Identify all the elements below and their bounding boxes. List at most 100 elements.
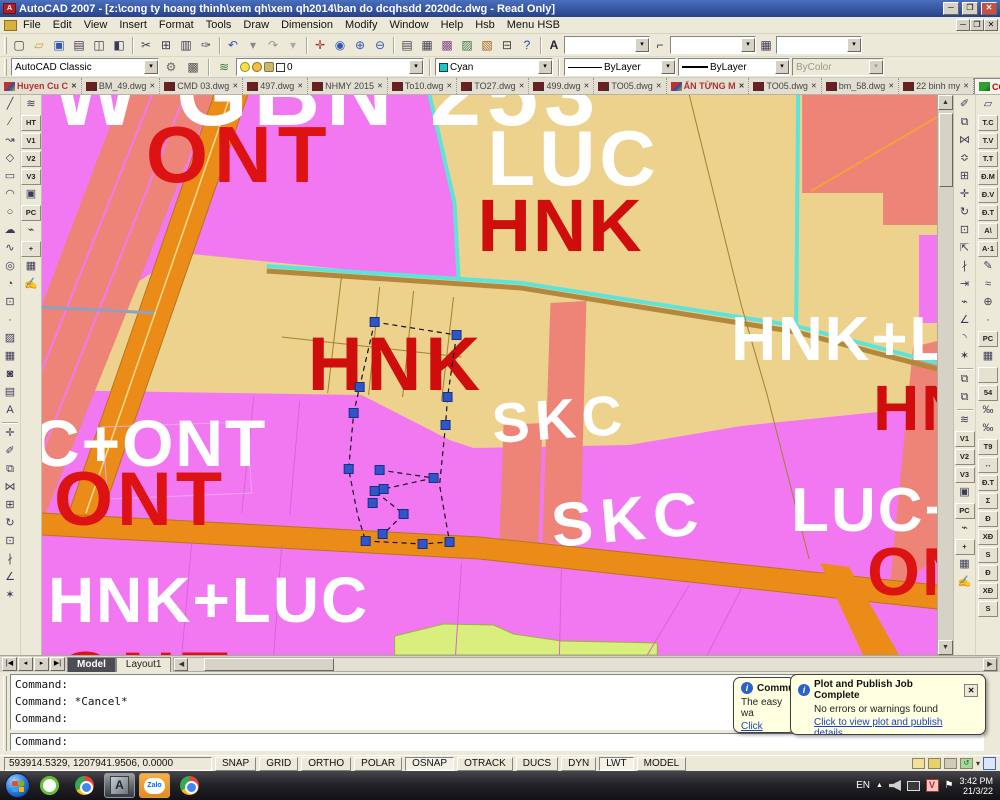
xd-button[interactable]: XĐ	[978, 529, 998, 545]
permille-icon[interactable]: ‰	[979, 402, 998, 420]
menu-help[interactable]: Help	[435, 18, 470, 32]
s2-button[interactable]: S	[978, 601, 998, 617]
polyline-icon[interactable]: ↝	[1, 132, 20, 150]
a1-button[interactable]: A·1	[978, 241, 998, 257]
toolbar-lock-icon[interactable]	[928, 758, 941, 769]
table-icon[interactable]: ▦	[955, 556, 974, 574]
tv-button[interactable]: T.V	[978, 133, 998, 149]
ellipse-arc-icon[interactable]: ◔	[1, 276, 20, 294]
doc-tab-to05-dwg[interactable]: TO05.dwg✕	[749, 78, 821, 94]
circle-icon[interactable]: ○	[1, 204, 20, 222]
taskbar-autocad[interactable]: A	[104, 773, 135, 798]
menu-format[interactable]: Format	[153, 18, 200, 32]
doc-tab-to27-dwg[interactable]: TO27.dwg✕	[457, 78, 529, 94]
text-style-icon[interactable]: A	[544, 36, 564, 55]
move-icon[interactable]: ✛	[1, 425, 20, 443]
notification-close-icon[interactable]: ✕	[964, 684, 978, 697]
last-tab-icon[interactable]: ▶|	[50, 657, 65, 671]
layer-color-swatch[interactable]	[276, 63, 285, 72]
revision-cloud-icon[interactable]: ☁	[1, 222, 20, 240]
doc-minimize-button[interactable]: ─	[956, 19, 970, 31]
v1-button[interactable]: V1	[955, 431, 975, 447]
grip-point[interactable]	[378, 530, 387, 539]
blank-button[interactable]	[978, 367, 998, 383]
trim-icon[interactable]: ∤	[1, 551, 20, 569]
copy-icon[interactable]: ⧉	[1, 461, 20, 479]
open-folder-icon[interactable]: ▱	[979, 96, 998, 114]
status-toggle-otrack[interactable]: OTRACK	[457, 757, 513, 771]
grip-point[interactable]	[349, 409, 358, 418]
v2-button[interactable]: V2	[21, 151, 41, 167]
ht-button[interactable]: HT	[21, 115, 41, 131]
minimize-button[interactable]: ─	[943, 2, 959, 15]
rotate-icon[interactable]: ↻	[1, 515, 20, 533]
tab-close-icon[interactable]: ✕	[963, 82, 969, 90]
status-toggle-snap[interactable]: SNAP	[215, 757, 256, 771]
tab-close-icon[interactable]: ✕	[71, 82, 77, 90]
tt-button[interactable]: T.T	[978, 151, 998, 167]
status-toggle-dyn[interactable]: DYN	[561, 757, 596, 771]
menu-file[interactable]: File	[17, 18, 47, 32]
plot-preview-icon[interactable]: ◫	[89, 36, 109, 55]
table-style-icon[interactable]: ▦	[756, 36, 776, 55]
grip-point[interactable]	[344, 465, 353, 474]
color-combo[interactable]: Cyan ▾	[435, 58, 553, 76]
b54-button[interactable]: 54	[978, 385, 998, 401]
doc-tab-cqhsdd-202[interactable]: CQHSDD 202	[974, 78, 1000, 94]
offset-icon[interactable]: ≎	[955, 150, 974, 168]
break-icon[interactable]: ⌁	[955, 294, 974, 312]
new-file-icon[interactable]: ▢	[9, 36, 29, 55]
ellipse-icon[interactable]: ◎	[1, 258, 20, 276]
grip-point[interactable]	[361, 537, 370, 546]
scroll-right-icon[interactable]: ▶	[983, 658, 997, 671]
menu-dimension[interactable]: Dimension	[275, 18, 339, 32]
status-toggle-polar[interactable]: POLAR	[354, 757, 402, 771]
restore-button[interactable]: ❐	[962, 2, 978, 15]
chamfer-icon[interactable]: ∠	[1, 569, 20, 587]
toolbar-grip[interactable]	[4, 59, 7, 76]
chevron-down-icon[interactable]: ▾	[635, 38, 649, 52]
doc-tab-cmd-03-dwg[interactable]: CMD 03.dwg✕	[160, 78, 243, 94]
scroll-left-icon[interactable]: ◀	[174, 658, 188, 671]
erase-icon[interactable]: ✐	[955, 96, 974, 114]
spline-icon[interactable]: ∿	[1, 240, 20, 258]
tab-close-icon[interactable]: ✕	[377, 82, 383, 90]
a-slash-button[interactable]: A\	[978, 223, 998, 239]
drawing-canvas[interactable]: W GBN 253ONTLUCHNKHNK+LHNKHNKSKCC+ONTONT…	[42, 95, 937, 655]
v3-button[interactable]: V3	[21, 169, 41, 185]
v1-button[interactable]: V1	[21, 133, 41, 149]
pc-button[interactable]: PC	[978, 331, 998, 347]
next-tab-icon[interactable]: ▸	[34, 657, 49, 671]
performance-icon[interactable]	[944, 758, 957, 769]
menu-view[interactable]: View	[78, 18, 114, 32]
bulb-icon[interactable]	[240, 62, 250, 72]
chevron-down-icon[interactable]: ▾	[538, 60, 552, 74]
lock-icon[interactable]	[264, 62, 274, 72]
break-line-icon[interactable]: ⌁	[22, 222, 41, 240]
insert-block-icon[interactable]: ⊡	[1, 294, 20, 312]
dv-button[interactable]: Đ.V	[978, 187, 998, 203]
menu-draw[interactable]: Draw	[237, 18, 275, 32]
grip-point[interactable]	[399, 510, 408, 519]
tab-close-icon[interactable]: ✕	[232, 82, 238, 90]
publish-icon[interactable]: ◧	[109, 36, 129, 55]
pc-button[interactable]: PC	[955, 503, 975, 519]
landuse-map[interactable]: W GBN 253ONTLUCHNKHNK+LHNKHNKSKCC+ONTONT…	[42, 95, 937, 655]
undo-icon[interactable]: ↶	[223, 36, 243, 55]
tab-layout1[interactable]: Layout1	[116, 657, 172, 672]
sun-icon[interactable]	[252, 62, 262, 72]
fillet-icon[interactable]: ◝	[955, 330, 974, 348]
tab-close-icon[interactable]: ✕	[656, 82, 662, 90]
copy-icon[interactable]: ⧉	[955, 114, 974, 132]
tab-close-icon[interactable]: ✕	[811, 82, 817, 90]
tab-close-icon[interactable]: ✕	[446, 82, 452, 90]
doc-tab-499-dwg[interactable]: 499.dwg✕	[529, 78, 594, 94]
plot-icon[interactable]: ▤	[69, 36, 89, 55]
permille2-icon[interactable]: ‰	[979, 420, 998, 438]
scale-icon[interactable]: ⊡	[1, 533, 20, 551]
table-icon[interactable]: ▦	[979, 348, 998, 366]
vertical-scroll-thumb[interactable]	[939, 113, 953, 187]
break-line-icon[interactable]: ⌁	[955, 520, 974, 538]
doc-close-button[interactable]: ✕	[984, 19, 998, 31]
clean-screen-button[interactable]	[983, 757, 996, 770]
